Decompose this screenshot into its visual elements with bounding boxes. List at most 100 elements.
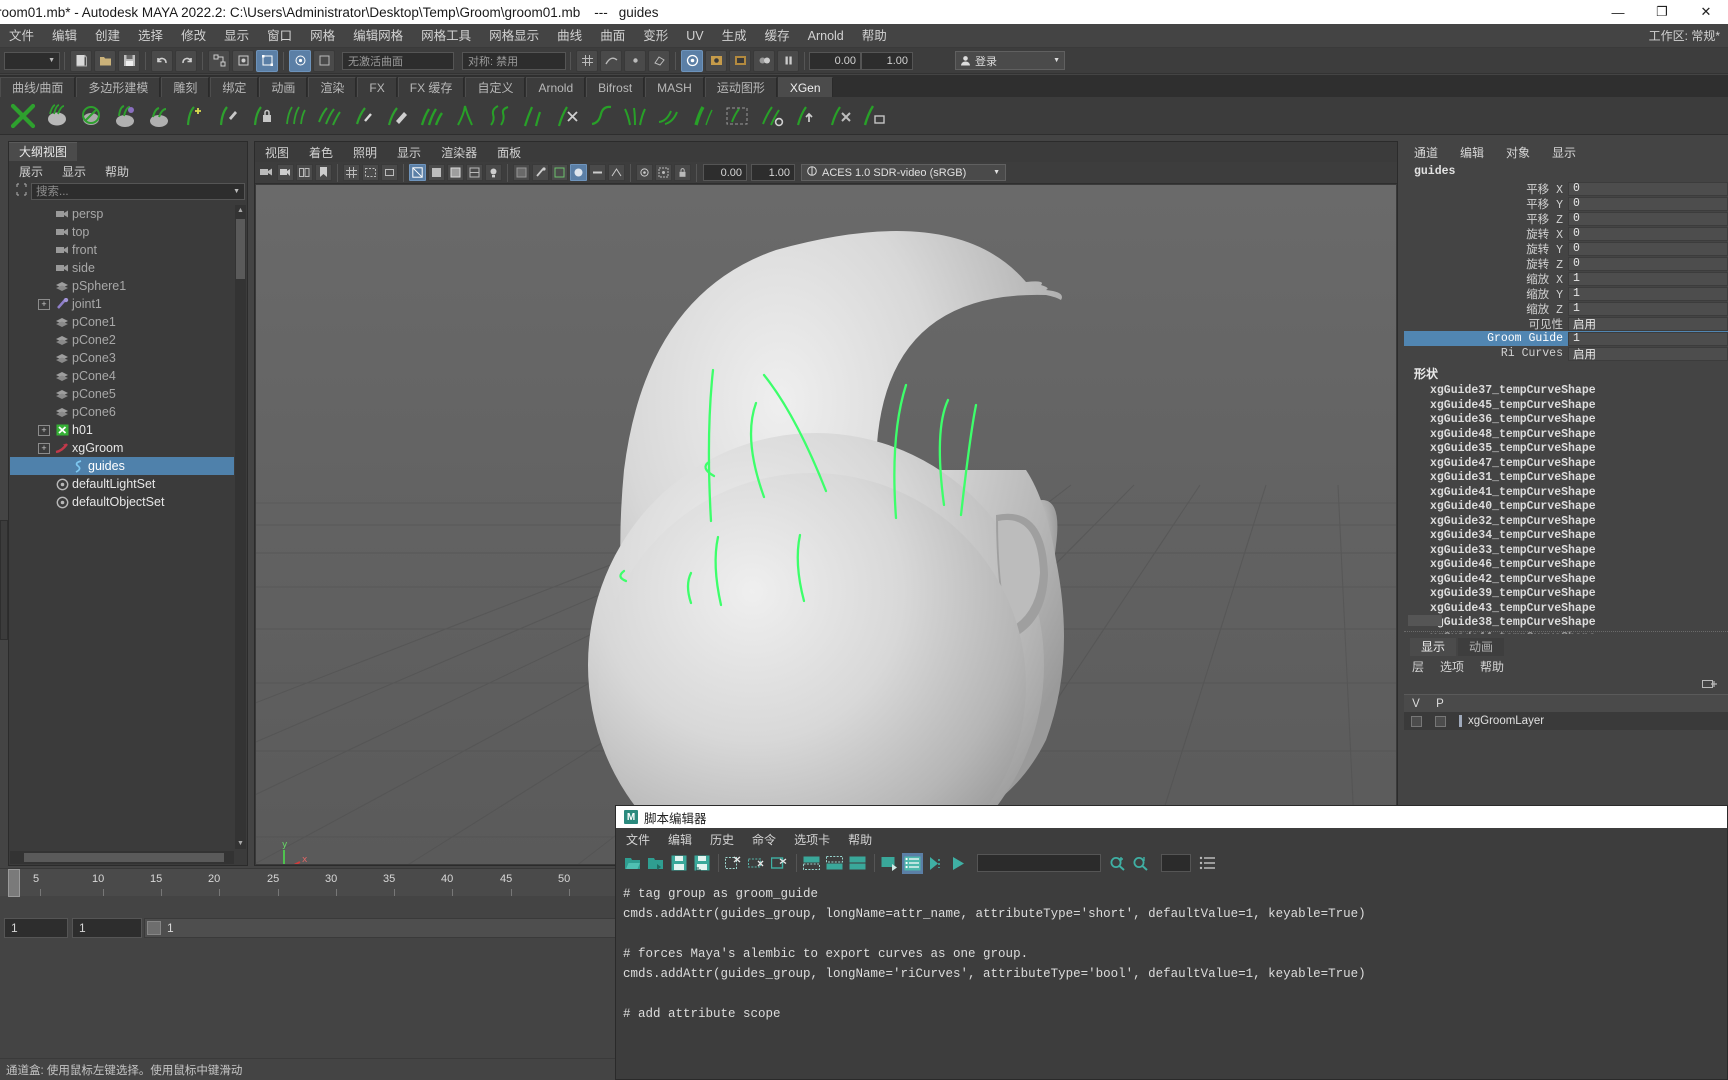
xgen-guide-add-icon[interactable]: [176, 99, 209, 132]
layer-menu-options[interactable]: 选项: [1440, 658, 1464, 675]
open-scene-button[interactable]: [94, 49, 116, 72]
script-editor-code-area[interactable]: # tag group as groom_guide cmds.addAttr(…: [617, 878, 1726, 1078]
xgen-length-icon[interactable]: [516, 99, 549, 132]
undo-button[interactable]: [151, 49, 173, 72]
workspace-label[interactable]: 工作区: 常规*: [1649, 27, 1720, 44]
tab-anim-layers[interactable]: 动画: [1458, 638, 1505, 656]
menu-item-modify[interactable]: 修改: [172, 24, 215, 48]
outliner-item-pcone5[interactable]: pCone5: [10, 385, 234, 403]
scrollbar-thumb[interactable]: [24, 853, 224, 862]
grid-toggle-icon[interactable]: [343, 164, 360, 181]
dof-icon[interactable]: [636, 164, 653, 181]
show-line-numbers-icon[interactable]: [879, 853, 900, 874]
channelbox-shapes-list[interactable]: xgGuide37_tempCurveShape xgGuide45_tempC…: [1404, 384, 1728, 634]
attribute-row[interactable]: 可见性 启用: [1404, 316, 1728, 332]
login-button[interactable]: 登录 ▼: [955, 51, 1065, 70]
snap-plane-button[interactable]: [648, 49, 670, 72]
outliner-item-persp[interactable]: persp: [10, 205, 234, 223]
close-button[interactable]: ✕: [1684, 0, 1728, 24]
lighting-icon[interactable]: [485, 164, 502, 181]
attribute-value[interactable]: 1: [1568, 331, 1728, 346]
shelf-tab-curves-surfaces[interactable]: 曲线/曲面: [0, 77, 76, 97]
attribute-value[interactable]: 1: [1568, 301, 1728, 316]
layer-color-swatch[interactable]: [1452, 715, 1468, 727]
scroll-down-icon[interactable]: ▼: [235, 838, 246, 849]
pause-button[interactable]: [777, 49, 799, 72]
outliner-item-side[interactable]: side: [10, 259, 234, 277]
layer-menu-layers[interactable]: 层: [1412, 658, 1424, 675]
attribute-row[interactable]: 平移 Z 0: [1404, 211, 1728, 227]
active-surface-field[interactable]: 无激活曲面: [342, 51, 454, 70]
playback-start-field[interactable]: 1: [4, 918, 68, 938]
xgen-density-icon[interactable]: [414, 99, 447, 132]
viewport-menu-show[interactable]: 显示: [397, 144, 421, 161]
expand-toggle[interactable]: +: [38, 298, 50, 310]
motionblur-icon[interactable]: [589, 164, 606, 181]
outliner-item-top[interactable]: top: [10, 223, 234, 241]
outliner-item-guides[interactable]: guides: [10, 457, 234, 475]
shelf-tab-bifrost[interactable]: Bifrost: [586, 77, 645, 97]
channelbox-attribute-list[interactable]: 平移 X 0 平移 Y 0 平移 Z 0 旋转 X 0 旋转 Y 0 旋转 Z …: [1404, 181, 1728, 362]
shape-item[interactable]: xgGuide32_tempCurveShape: [1404, 515, 1728, 530]
outliner-item-xggroom[interactable]: + xgGroom: [10, 439, 234, 457]
minimize-button[interactable]: —: [1596, 0, 1640, 24]
attribute-value[interactable]: 0: [1568, 226, 1728, 241]
outliner-vertical-scrollbar[interactable]: ▲ ▼: [235, 205, 246, 849]
attribute-value[interactable]: 0: [1568, 196, 1728, 211]
menu-item-cache[interactable]: 缓存: [756, 24, 799, 48]
xray-active-icon[interactable]: [551, 164, 568, 181]
new-layer-icon[interactable]: [1702, 678, 1718, 693]
outliner-menu-show[interactable]: 展示: [19, 163, 43, 180]
shape-item[interactable]: xgGuide45_tempCurveShape: [1404, 399, 1728, 414]
viewport-lock-icon[interactable]: [674, 164, 691, 181]
menu-item-display[interactable]: 显示: [215, 24, 258, 48]
attribute-row[interactable]: 缩放 Z 1: [1404, 301, 1728, 317]
expand-toggle[interactable]: +: [38, 442, 50, 454]
xgen-spline-icon[interactable]: [108, 99, 141, 132]
script-search-input[interactable]: [977, 854, 1101, 872]
xgen-guide-lock-icon[interactable]: [244, 99, 277, 132]
layer-name[interactable]: xgGroomLayer: [1468, 715, 1544, 727]
shape-item[interactable]: xgGuide38_tempCurveShape: [1404, 616, 1728, 631]
outliner-search-input[interactable]: 搜索... ▼: [31, 182, 245, 200]
outliner-item-pcone6[interactable]: pCone6: [10, 403, 234, 421]
xgen-noise-icon[interactable]: [482, 99, 515, 132]
snap-curve-button[interactable]: [600, 49, 622, 72]
range-start-handle[interactable]: [147, 921, 161, 935]
maximize-button[interactable]: ❐: [1640, 0, 1684, 24]
xgen-comb-icon[interactable]: [652, 99, 685, 132]
shape-item[interactable]: xgGuide41_tempCurveShape: [1404, 486, 1728, 501]
left-toolbox-strip[interactable]: [0, 520, 8, 640]
attribute-row[interactable]: 旋转 X 0: [1404, 226, 1728, 242]
menu-item-generate[interactable]: 生成: [713, 24, 756, 48]
attribute-row[interactable]: Ri Curves 启用: [1404, 346, 1728, 362]
outliner-item-pcone3[interactable]: pCone3: [10, 349, 234, 367]
se-menu-help[interactable]: 帮助: [848, 831, 872, 848]
menu-item-uv[interactable]: UV: [677, 24, 712, 48]
symmetry-field[interactable]: 对称: 禁用: [462, 51, 566, 70]
xray-icon[interactable]: [513, 164, 530, 181]
xgen-brush-icon[interactable]: [380, 99, 413, 132]
shape-item[interactable]: xgGuide37_tempCurveShape: [1404, 384, 1728, 399]
snap-point-button[interactable]: [624, 49, 646, 72]
hypershade-button[interactable]: [753, 49, 775, 72]
attribute-row-groom-guide[interactable]: Groom Guide 1: [1404, 331, 1728, 346]
menu-item-select[interactable]: 选择: [129, 24, 172, 48]
se-menu-history[interactable]: 历史: [710, 831, 734, 848]
redo-button[interactable]: [175, 49, 197, 72]
save-script-as-icon[interactable]: [691, 853, 712, 874]
aa-icon[interactable]: [608, 164, 625, 181]
select-by-object-button[interactable]: [232, 49, 254, 72]
xgen-cut-icon[interactable]: [550, 99, 583, 132]
outliner-item-joint1[interactable]: + joint1: [10, 295, 234, 313]
xgen-preview-icon[interactable]: [754, 99, 787, 132]
snap-grid-button[interactable]: [576, 49, 598, 72]
channelbox-menu-object[interactable]: 对象: [1506, 144, 1530, 161]
menu-item-surfaces[interactable]: 曲面: [591, 24, 634, 48]
xgen-groom-icon[interactable]: [142, 99, 175, 132]
outliner-item-front[interactable]: front: [10, 241, 234, 259]
menu-item-mesh-tools[interactable]: 网格工具: [412, 24, 480, 48]
attribute-value[interactable]: 启用: [1568, 316, 1728, 332]
se-menu-tabs[interactable]: 选项卡: [794, 831, 830, 848]
script-list-icon[interactable]: [1197, 853, 1218, 874]
